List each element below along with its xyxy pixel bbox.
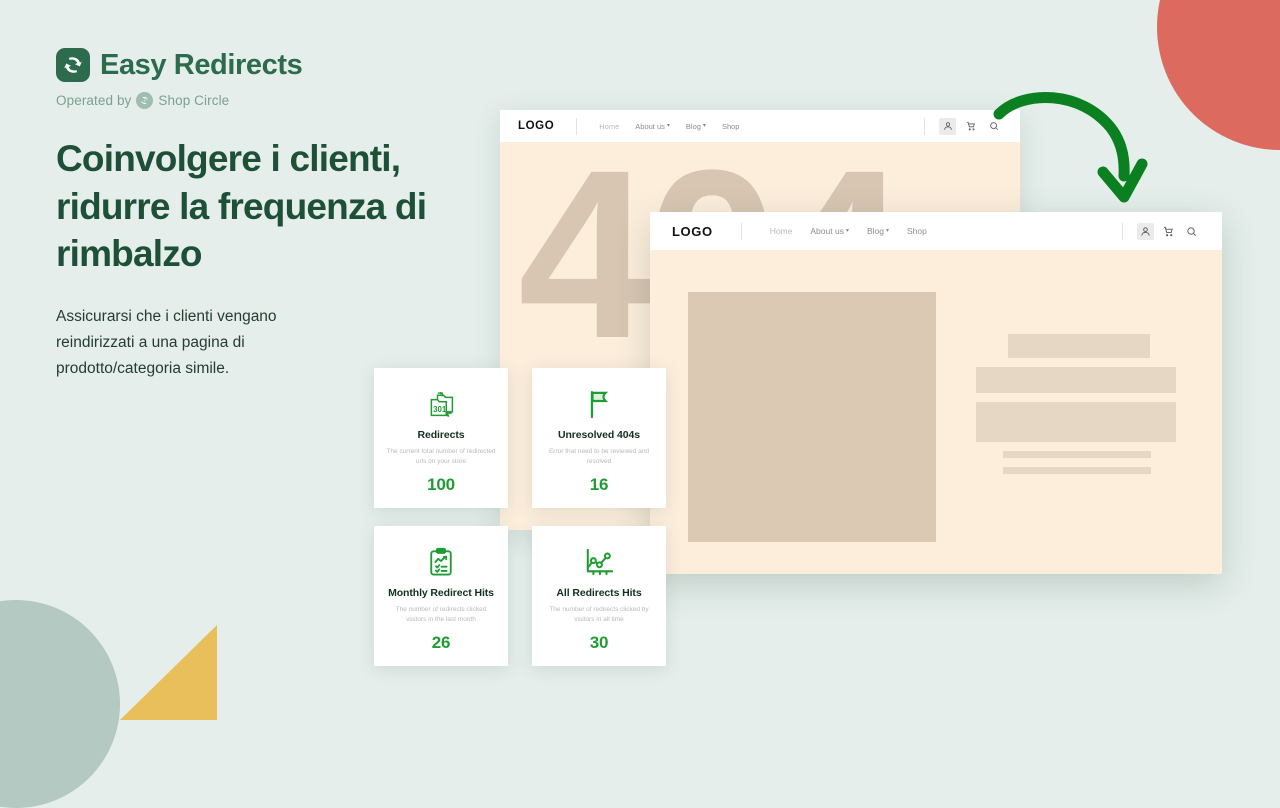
chevron-down-icon: ▾ bbox=[845, 228, 849, 234]
storefront-nav-front: LOGO Home About us ▾ Blog ▾ Shop bbox=[650, 212, 1222, 250]
stat-card-title: Redirects bbox=[417, 429, 465, 441]
nav-link-label: Blog bbox=[685, 121, 701, 131]
stat-card-title: Monthly Redirect Hits bbox=[388, 587, 494, 599]
placeholder-bar bbox=[1008, 334, 1150, 358]
stat-card-value: 30 bbox=[589, 632, 609, 652]
stat-card-value: 16 bbox=[589, 474, 609, 494]
nav-link-home[interactable]: Home bbox=[770, 226, 793, 236]
line-chart-icon bbox=[584, 546, 614, 578]
operated-by-company: Shop Circle bbox=[158, 93, 230, 108]
nav-icon-group bbox=[1137, 222, 1200, 240]
user-icon[interactable] bbox=[1137, 222, 1154, 240]
nav-link-label: About us bbox=[635, 121, 665, 131]
stat-card-redirects[interactable]: 301 Redirects The current total number o… bbox=[374, 368, 508, 508]
flag-icon bbox=[586, 388, 612, 420]
nav-link-about-us[interactable]: About us ▾ bbox=[810, 226, 849, 236]
nav-link-blog[interactable]: Blog ▾ bbox=[867, 226, 889, 236]
nav-links: Home About us ▾ Blog ▾ Shop bbox=[770, 226, 927, 236]
stat-card-title: All Redirects Hits bbox=[556, 587, 642, 599]
browser-window-product: LOGO Home About us ▾ Blog ▾ Shop bbox=[650, 212, 1222, 574]
nav-logo[interactable]: LOGO bbox=[518, 120, 554, 132]
stat-card-all-redirects-hits[interactable]: All Redirects Hits The number of redirec… bbox=[532, 526, 666, 666]
nav-link-about-us[interactable]: About us ▾ bbox=[635, 122, 670, 131]
redirect-folders-301-icon: 301 bbox=[426, 388, 456, 420]
placeholder-bar bbox=[1003, 467, 1151, 474]
nav-link-shop[interactable]: Shop bbox=[722, 122, 740, 131]
stat-card-description: The current total number of redirected u… bbox=[386, 448, 496, 465]
chevron-down-icon: ▾ bbox=[666, 123, 670, 129]
user-icon[interactable] bbox=[939, 117, 956, 135]
shop-circle-icon bbox=[136, 92, 154, 109]
stat-card-unresolved-404s[interactable]: Unresolved 404s Error that need to be re… bbox=[532, 368, 666, 508]
stat-card-value: 26 bbox=[431, 632, 451, 652]
chevron-down-icon: ▾ bbox=[702, 123, 706, 129]
placeholder-bar bbox=[1003, 451, 1151, 458]
operated-by-row: Operated by Shop Circle bbox=[56, 92, 476, 109]
stat-card-description: The number of redirects clicked by visit… bbox=[549, 606, 649, 623]
nav-link-label: About us bbox=[810, 226, 844, 236]
brand-name: Easy Redirects bbox=[100, 48, 303, 81]
nav-link-label: Shop bbox=[721, 121, 740, 131]
cart-icon[interactable] bbox=[962, 118, 979, 135]
stat-card-description: Error that need to be reviewed and resol… bbox=[548, 448, 650, 465]
nav-link-label: Home bbox=[599, 121, 620, 131]
decorative-coral-circle bbox=[1157, 0, 1280, 150]
nav-link-label: Blog bbox=[866, 226, 884, 236]
nav-link-home[interactable]: Home bbox=[599, 122, 619, 131]
nav-links: Home About us ▾ Blog ▾ Shop bbox=[599, 122, 739, 131]
cart-icon[interactable] bbox=[1160, 223, 1177, 240]
nav-logo[interactable]: LOGO bbox=[672, 224, 713, 239]
stat-card-title: Unresolved 404s bbox=[558, 429, 640, 441]
stat-card-value: 100 bbox=[427, 474, 455, 494]
storefront-nav-back: LOGO Home About us ▾ Blog ▾ Shop bbox=[500, 110, 1020, 142]
redirect-arrows-icon bbox=[56, 48, 90, 82]
stat-card-monthly-redirect-hits[interactable]: Monthly Redirect Hits The number of redi… bbox=[374, 526, 508, 666]
nav-divider bbox=[740, 222, 742, 240]
brand-lockup: Easy Redirects bbox=[56, 48, 476, 82]
svg-text:301: 301 bbox=[433, 405, 447, 414]
product-image-placeholder bbox=[688, 292, 936, 542]
search-icon[interactable] bbox=[1183, 223, 1200, 240]
decorative-sage-circle bbox=[0, 600, 120, 808]
nav-link-label: Shop bbox=[906, 226, 927, 236]
nav-link-label: Home bbox=[769, 226, 793, 236]
stat-card-description: The number of redirects clicked visitors… bbox=[395, 606, 487, 623]
nav-divider-right bbox=[924, 117, 925, 135]
placeholder-bar bbox=[976, 402, 1176, 442]
decorative-yellow-triangle bbox=[120, 625, 217, 720]
operated-by-label: Operated by bbox=[56, 93, 132, 108]
clipboard-chart-icon bbox=[428, 546, 454, 578]
chevron-down-icon: ▾ bbox=[885, 228, 889, 234]
hero-text-column: Easy Redirects Operated by Shop Circle C… bbox=[56, 48, 476, 397]
hero-subcopy: Assicurarsi che i clienti vengano reindi… bbox=[56, 308, 277, 377]
placeholder-bar bbox=[976, 367, 1176, 393]
nav-divider bbox=[576, 117, 578, 135]
nav-link-shop[interactable]: Shop bbox=[907, 226, 927, 236]
product-info-placeholders bbox=[976, 292, 1222, 574]
nav-divider-right bbox=[1122, 222, 1123, 240]
curved-down-arrow-icon bbox=[985, 84, 1155, 214]
nav-link-blog[interactable]: Blog ▾ bbox=[686, 122, 706, 131]
page-title: Coinvolgere i clienti, ridurre la freque… bbox=[56, 138, 427, 275]
product-page-body bbox=[650, 250, 1222, 574]
